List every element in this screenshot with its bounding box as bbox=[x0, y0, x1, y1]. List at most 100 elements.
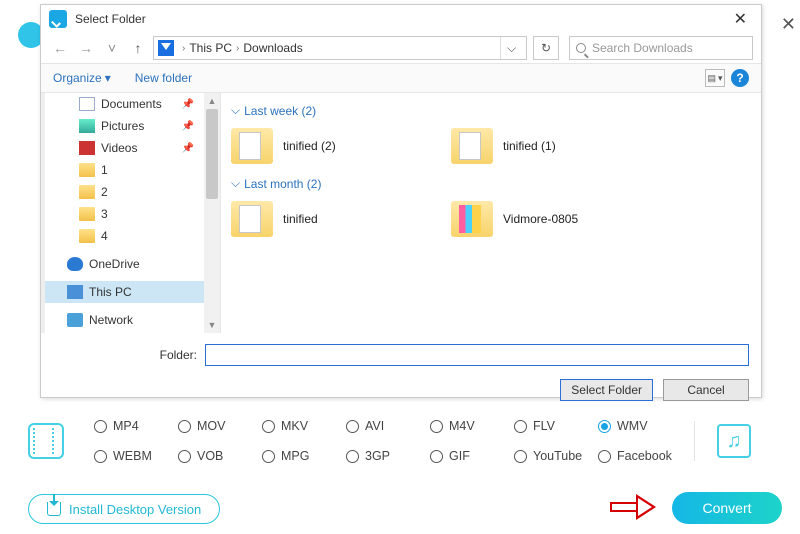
scroll-up-icon[interactable]: ▲ bbox=[204, 93, 220, 109]
tree-scrollbar[interactable]: ▲ ▼ bbox=[204, 93, 220, 333]
folder-label: Folder: bbox=[151, 348, 197, 362]
format-option-mkv[interactable]: MKV bbox=[262, 419, 346, 433]
radio-icon bbox=[346, 420, 359, 433]
folder-icon bbox=[231, 201, 273, 237]
dialog-title: Select Folder bbox=[75, 12, 728, 26]
folder-name-row: Folder: bbox=[41, 339, 761, 371]
chevron-down-icon: ⌵ bbox=[231, 103, 240, 118]
install-desktop-button[interactable]: Install Desktop Version bbox=[28, 494, 220, 524]
folder-item[interactable]: tinified (2) bbox=[231, 122, 451, 170]
tree-item-network[interactable]: Network bbox=[45, 309, 204, 331]
cancel-button[interactable]: Cancel bbox=[663, 379, 749, 401]
view-options-button[interactable]: ▤▾ bbox=[705, 69, 725, 87]
folder-tree: Documents📌 Pictures📌 Videos📌 1 2 3 4 One… bbox=[45, 93, 221, 333]
nav-up-button[interactable]: ↑ bbox=[127, 37, 149, 59]
format-option-vob[interactable]: VOB bbox=[178, 449, 262, 463]
app-icon bbox=[49, 10, 67, 28]
nav-recent-caret[interactable]: ˅ bbox=[101, 37, 123, 59]
format-option-youtube[interactable]: YouTube bbox=[514, 449, 598, 463]
new-folder-button[interactable]: New folder bbox=[135, 71, 192, 85]
folder-icon bbox=[451, 201, 493, 237]
scrollbar-thumb[interactable] bbox=[206, 109, 218, 199]
group-header-last-month[interactable]: ⌵ Last month (2) bbox=[231, 176, 751, 191]
nav-forward-button[interactable]: → bbox=[75, 37, 97, 59]
format-option-mp4[interactable]: MP4 bbox=[94, 419, 178, 433]
select-folder-button[interactable]: Select Folder bbox=[560, 379, 653, 401]
folder-name-input[interactable] bbox=[205, 344, 749, 366]
chevron-down-icon: ⌵ bbox=[231, 176, 240, 191]
format-option-gif[interactable]: GIF bbox=[430, 449, 514, 463]
search-placeholder: Search Downloads bbox=[592, 41, 693, 55]
folder-tree-scroll[interactable]: Documents📌 Pictures📌 Videos📌 1 2 3 4 One… bbox=[45, 93, 204, 333]
tree-item-pictures[interactable]: Pictures📌 bbox=[45, 115, 204, 137]
format-option-3gp[interactable]: 3GP bbox=[346, 449, 430, 463]
tree-item-videos[interactable]: Videos📌 bbox=[45, 137, 204, 159]
organize-menu[interactable]: Organize ▾ bbox=[53, 71, 111, 85]
radio-icon bbox=[514, 420, 527, 433]
radio-icon bbox=[178, 420, 191, 433]
output-format-section: MP4MOVMKVAVIM4VFLVWMV WEBMVOBMPG3GPGIFYou… bbox=[28, 414, 790, 468]
nav-back-button[interactable]: ← bbox=[49, 37, 71, 59]
caret-down-icon: ▾ bbox=[105, 71, 111, 85]
breadcrumb-dropdown[interactable]: ⌵ bbox=[500, 37, 522, 59]
folder-item[interactable]: tinified bbox=[231, 195, 451, 243]
tree-item-folder-3[interactable]: 3 bbox=[45, 203, 204, 225]
pin-icon: 📌 bbox=[182, 99, 194, 110]
format-option-mpg[interactable]: MPG bbox=[262, 449, 346, 463]
folder-content: ⌵ Last week (2) tinified (2) tinified (1… bbox=[221, 93, 761, 333]
breadcrumb[interactable]: › This PC › Downloads ⌵ bbox=[153, 36, 527, 60]
audio-category-icon[interactable]: ♫ bbox=[717, 424, 751, 458]
toolbar: Organize ▾ New folder ▤▾ ? bbox=[41, 63, 761, 93]
radio-icon bbox=[346, 450, 359, 463]
help-icon[interactable]: ? bbox=[731, 69, 749, 87]
pin-icon: 📌 bbox=[182, 143, 194, 154]
crumb-downloads[interactable]: Downloads bbox=[243, 41, 302, 55]
annotation-arrow bbox=[610, 494, 658, 520]
crumb-this-pc[interactable]: This PC bbox=[189, 41, 232, 55]
chevron-right-icon: › bbox=[178, 43, 189, 54]
group-header-last-week[interactable]: ⌵ Last week (2) bbox=[231, 103, 751, 118]
format-option-avi[interactable]: AVI bbox=[346, 419, 430, 433]
chevron-right-icon: › bbox=[232, 43, 243, 54]
format-option-mov[interactable]: MOV bbox=[178, 419, 262, 433]
convert-button[interactable]: Convert bbox=[672, 492, 782, 524]
format-option-webm[interactable]: WEBM bbox=[94, 449, 178, 463]
dialog-titlebar: Select Folder ✕ bbox=[41, 5, 761, 33]
breadcrumb-root-icon bbox=[158, 40, 174, 56]
tree-item-onedrive[interactable]: OneDrive bbox=[45, 253, 204, 275]
nav-row: ← → ˅ ↑ › This PC › Downloads ⌵ ↻ Search… bbox=[41, 33, 761, 63]
radio-icon bbox=[178, 450, 191, 463]
format-option-wmv[interactable]: WMV bbox=[598, 419, 682, 433]
tree-item-folder-1[interactable]: 1 bbox=[45, 159, 204, 181]
format-option-flv[interactable]: FLV bbox=[514, 419, 598, 433]
format-option-facebook[interactable]: Facebook bbox=[598, 449, 682, 463]
radio-icon bbox=[430, 450, 443, 463]
search-input[interactable]: Search Downloads bbox=[569, 36, 753, 60]
radio-icon bbox=[430, 420, 443, 433]
pin-icon: 📌 bbox=[182, 121, 194, 132]
tree-item-folder-2[interactable]: 2 bbox=[45, 181, 204, 203]
folder-item[interactable]: Vidmore-0805 bbox=[451, 195, 671, 243]
host-close-icon[interactable]: ✕ bbox=[781, 14, 796, 35]
folder-item[interactable]: tinified (1) bbox=[451, 122, 671, 170]
format-option-m4v[interactable]: M4V bbox=[430, 419, 514, 433]
tree-item-folder-4[interactable]: 4 bbox=[45, 225, 204, 247]
radio-icon bbox=[262, 450, 275, 463]
radio-icon bbox=[94, 450, 107, 463]
divider bbox=[694, 421, 695, 461]
scroll-down-icon[interactable]: ▼ bbox=[204, 317, 220, 333]
tree-item-documents[interactable]: Documents📌 bbox=[45, 93, 204, 115]
download-icon bbox=[47, 502, 61, 516]
refresh-button[interactable]: ↻ bbox=[533, 36, 559, 60]
tree-item-this-pc[interactable]: This PC bbox=[45, 281, 204, 303]
folder-icon bbox=[451, 128, 493, 164]
close-icon[interactable]: ✕ bbox=[728, 9, 753, 29]
video-category-icon[interactable] bbox=[28, 423, 64, 459]
radio-icon bbox=[94, 420, 107, 433]
radio-icon bbox=[514, 450, 527, 463]
folder-icon bbox=[231, 128, 273, 164]
select-folder-dialog: Select Folder ✕ ← → ˅ ↑ › This PC › Down… bbox=[40, 4, 762, 398]
search-icon bbox=[576, 43, 586, 53]
radio-icon bbox=[598, 420, 611, 433]
format-grid: MP4MOVMKVAVIM4VFLVWMV WEBMVOBMPG3GPGIFYou… bbox=[94, 414, 682, 468]
